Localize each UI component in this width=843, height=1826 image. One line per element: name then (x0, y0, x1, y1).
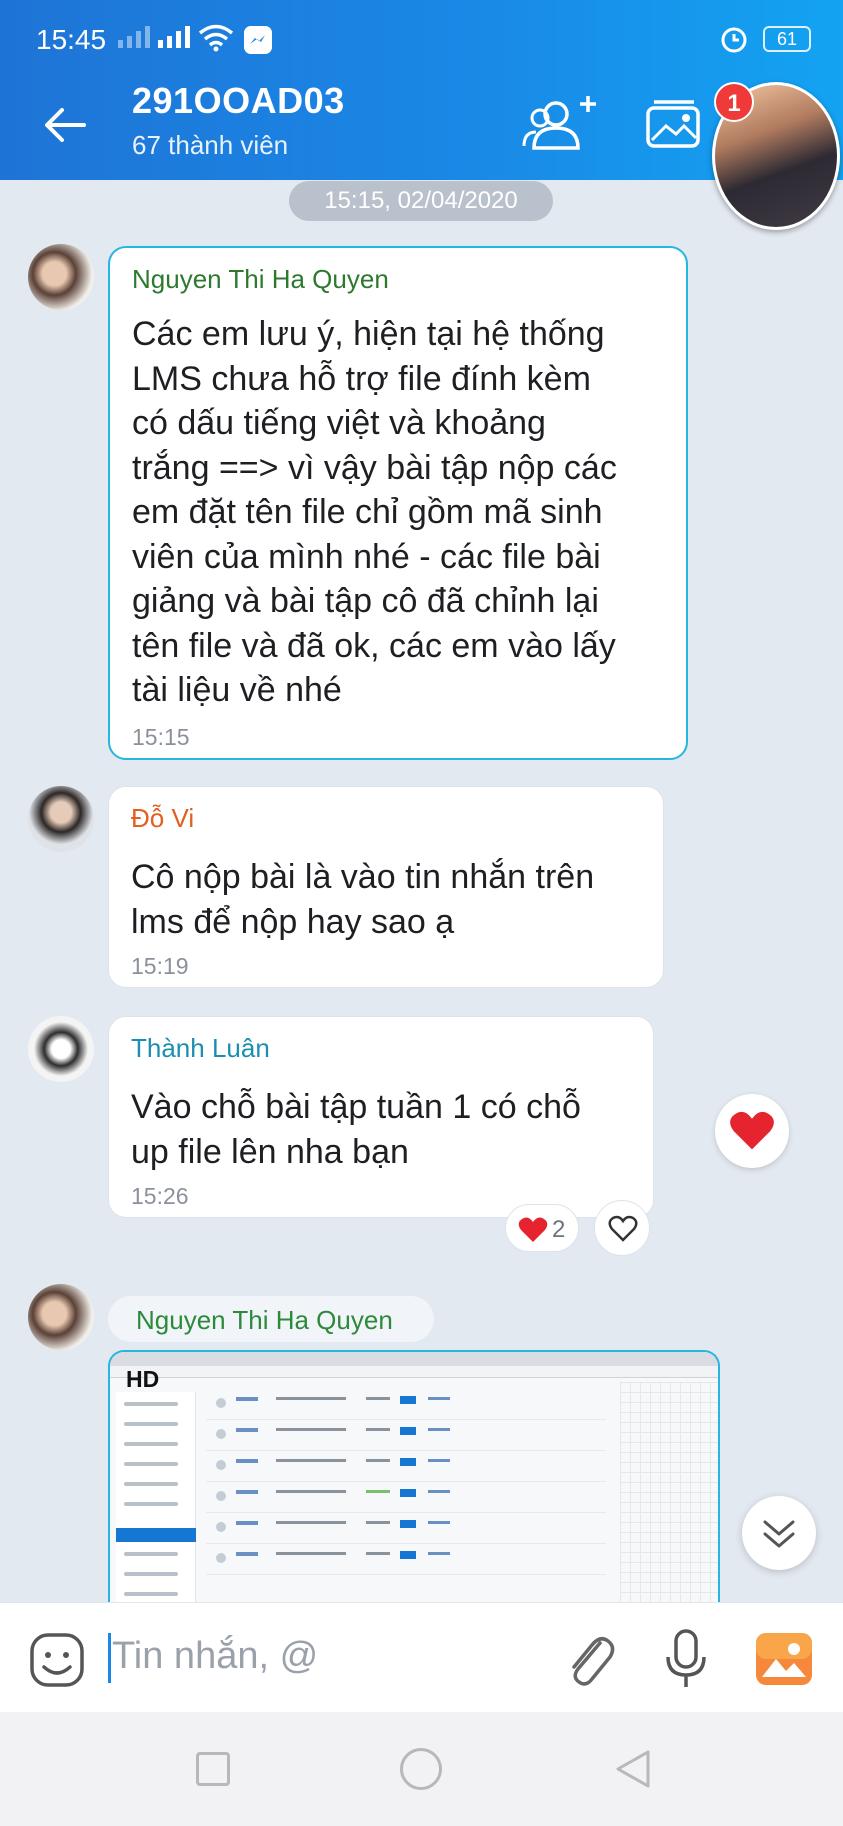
double-chevron-down-icon (763, 1520, 795, 1548)
attach-icon[interactable] (560, 1629, 616, 1689)
wifi-icon (198, 24, 234, 52)
notification-badge: 1 (714, 82, 754, 122)
microphone-icon[interactable] (662, 1627, 710, 1691)
react-button[interactable] (594, 1200, 650, 1256)
scroll-to-bottom-button[interactable] (742, 1496, 816, 1570)
heart-outline-icon (608, 1215, 638, 1242)
avatar[interactable] (28, 786, 94, 852)
screenshot-sidebar (116, 1392, 196, 1602)
home-button[interactable] (400, 1748, 442, 1790)
message-time: 15:19 (131, 953, 189, 979)
group-title[interactable]: 291OOAD03 (132, 80, 345, 122)
heart-icon (730, 1111, 774, 1150)
message-text: Vào chỗ bài tập tuần 1 có chỗ up file lê… (131, 1088, 581, 1171)
recent-apps-button[interactable] (196, 1752, 230, 1786)
avatar[interactable] (28, 1284, 94, 1350)
message-time: 15:26 (131, 1183, 189, 1209)
message-bubble[interactable]: Thành Luân Vào chỗ bài tập tuần 1 có chỗ… (108, 1016, 654, 1218)
message-time: 15:15 (132, 724, 190, 750)
screenshot-grid-area (620, 1382, 718, 1602)
signal-icon-2 (158, 26, 190, 48)
system-navigation-bar (0, 1712, 843, 1826)
reaction-count: 2 (552, 1216, 566, 1243)
sender-name: Nguyen Thi Ha Quyen (132, 264, 389, 294)
sender-name: Đỗ Vi (131, 803, 195, 833)
reaction-summary[interactable]: 2 (505, 1204, 579, 1252)
sender-name-pill: Nguyen Thi Ha Quyen (108, 1296, 434, 1342)
member-count[interactable]: 67 thành viên (132, 130, 288, 161)
alarm-icon (721, 27, 747, 53)
message-input-bar: Tin nhắn, @ (0, 1602, 843, 1712)
messenger-icon (244, 26, 272, 54)
message-input[interactable]: Tin nhắn, @ (112, 1635, 318, 1678)
message-text: Cô nộp bài là vào tin nhắn trên lms để n… (131, 858, 595, 941)
date-separator: 15:15, 02/04/2020 (289, 181, 553, 221)
screenshot-browser-tabs (110, 1352, 718, 1366)
message-bubble[interactable]: Đỗ Vi Cô nộp bài là vào tin nhắn trên lm… (108, 786, 664, 988)
signal-icon-1 (118, 26, 150, 48)
back-button[interactable] (612, 1748, 654, 1790)
avatar[interactable] (28, 1016, 94, 1082)
quick-reaction-button[interactable] (715, 1094, 789, 1168)
add-member-icon[interactable] (522, 92, 602, 156)
image-picker-icon[interactable] (756, 1633, 812, 1685)
screenshot-url-bar (110, 1366, 718, 1378)
hd-label: HD (126, 1366, 160, 1392)
sender-name: Thành Luân (131, 1033, 270, 1063)
message-bubble[interactable]: Nguyen Thi Ha Quyen Các em lưu ý, hiện t… (108, 246, 688, 760)
sender-name: Nguyen Thi Ha Quyen (136, 1305, 393, 1335)
back-arrow-icon[interactable] (40, 100, 90, 150)
status-time: 15:45 (36, 24, 107, 55)
avatar[interactable] (28, 244, 94, 310)
message-text: Các em lưu ý, hiện tại hệ thống LMS chưa… (132, 315, 617, 709)
image-message[interactable]: HD (108, 1350, 720, 1602)
emoji-icon[interactable] (28, 1631, 86, 1689)
heart-icon (518, 1217, 548, 1242)
battery-indicator: 61 (763, 26, 811, 52)
gallery-icon[interactable] (644, 96, 704, 152)
text-caret (108, 1633, 111, 1683)
status-bar: 15:45 61 (0, 0, 843, 68)
